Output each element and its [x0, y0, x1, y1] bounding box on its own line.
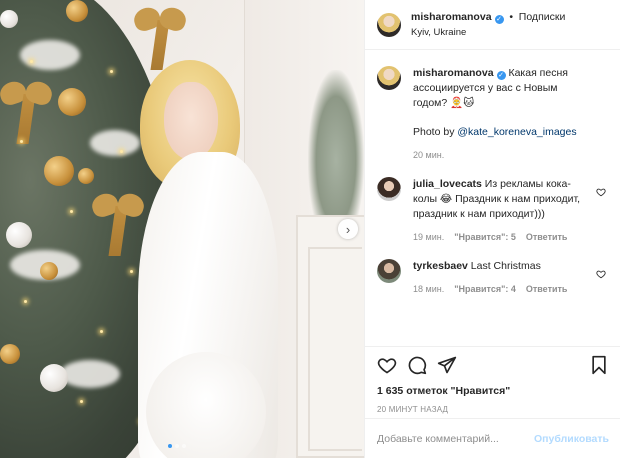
- post-actions: 1 635 отметок "Нравится" 20 МИНУТ НАЗАД: [365, 346, 620, 414]
- comment-username[interactable]: tyrkesbaev: [413, 260, 468, 272]
- likes-count[interactable]: 1 635 отметок "Нравится": [377, 385, 609, 397]
- photo-by-prefix: Photo by: [413, 126, 455, 138]
- action-bar: [377, 355, 609, 375]
- comment-time: 19 мин.: [413, 232, 445, 242]
- carousel-dot: [168, 444, 172, 448]
- comment-username[interactable]: julia_lovecats: [413, 178, 482, 190]
- comment-input[interactable]: [377, 432, 535, 445]
- caption-meta: 20 мин.: [413, 148, 593, 163]
- woman-figure: [120, 60, 320, 458]
- verified-badge-icon: ✓: [494, 15, 504, 24]
- caption: misharomanova ✓ Какая песня ассоциируется…: [377, 66, 608, 163]
- caption-username[interactable]: misharomanova: [413, 67, 494, 79]
- comment-body: tyrkesbaev Last Christmas 18 мин. "Нрави…: [413, 259, 593, 297]
- face: [164, 82, 218, 160]
- reply-button[interactable]: Ответить: [526, 230, 568, 245]
- comment-meta: 19 мин. "Нравится": 5 Ответить: [413, 230, 593, 245]
- reply-button[interactable]: Ответить: [526, 282, 568, 297]
- publish-button[interactable]: Опубликовать: [534, 433, 609, 445]
- author-avatar[interactable]: [377, 66, 401, 90]
- carousel-next-button[interactable]: ›: [338, 219, 358, 239]
- gold-bauble: [58, 88, 86, 116]
- carousel-dot: [175, 444, 179, 448]
- photographer-link[interactable]: @kate_koreneva_images: [457, 126, 576, 138]
- author-avatar[interactable]: [377, 12, 401, 37]
- comment-text: Last Christmas: [470, 260, 541, 272]
- fairy-light: [24, 300, 27, 303]
- fairy-light: [80, 400, 83, 403]
- comment-meta: 18 мин. "Нравится": 4 Ответить: [413, 282, 593, 297]
- commenter-avatar[interactable]: [377, 259, 401, 283]
- fairy-light: [20, 140, 23, 143]
- post-time-ago[interactable]: 20 МИНУТ НАЗАД: [377, 405, 609, 414]
- comment-body: julia_lovecats Из рекламы кока-колы 😂 Пр…: [413, 177, 593, 245]
- gold-bauble: [66, 0, 88, 22]
- location-link[interactable]: Kyiv, Ukraine: [411, 27, 565, 38]
- comment-time: 18 мин.: [413, 284, 445, 294]
- white-robe: [138, 152, 278, 458]
- comment-bubble-icon[interactable]: [407, 355, 427, 375]
- author-username[interactable]: misharomanova: [411, 11, 492, 23]
- header-text: misharomanova ✓ • Подписки Kyiv, Ukraine: [411, 11, 565, 38]
- add-comment-bar: Опубликовать: [365, 418, 620, 458]
- comment-likes-count[interactable]: "Нравится": 5: [454, 230, 516, 245]
- white-bauble: [40, 364, 68, 392]
- snow-patch: [60, 360, 120, 388]
- fairy-light: [100, 330, 103, 333]
- carousel-dot: [182, 444, 186, 448]
- post-side-panel: misharomanova ✓ • Подписки Kyiv, Ukraine …: [364, 0, 620, 458]
- follow-separator: •: [509, 11, 513, 23]
- gold-bauble: [40, 262, 58, 280]
- fairy-light: [70, 210, 73, 213]
- save-bookmark-icon[interactable]: [589, 355, 609, 375]
- like-comment-heart-icon[interactable]: [596, 187, 606, 197]
- carousel-dots: [168, 444, 186, 448]
- white-bauble: [6, 222, 32, 248]
- robe-fold: [146, 352, 266, 458]
- caption-body: misharomanova ✓ Какая песня ассоциируется…: [413, 66, 593, 163]
- gold-bow: [0, 74, 52, 144]
- gold-bauble: [0, 344, 20, 364]
- fairy-light: [110, 70, 113, 73]
- verified-badge-icon: ✓: [496, 71, 506, 80]
- caption-time: 20 мин.: [413, 150, 445, 160]
- like-heart-icon[interactable]: [377, 355, 397, 375]
- comment-likes-count[interactable]: "Нравится": 4: [454, 282, 516, 297]
- gold-bauble: [44, 156, 74, 186]
- gold-bauble: [78, 168, 94, 184]
- comment-item: julia_lovecats Из рекламы кока-колы 😂 Пр…: [377, 177, 608, 245]
- comments-list: misharomanova ✓ Какая песня ассоциируется…: [365, 50, 620, 351]
- post-photo[interactable]: ›: [0, 0, 364, 458]
- following-button[interactable]: Подписки: [519, 11, 566, 23]
- snow-patch: [20, 40, 80, 70]
- photo-credit: Photo by @kate_koreneva_images: [413, 125, 593, 140]
- comment-item: tyrkesbaev Last Christmas 18 мин. "Нрави…: [377, 259, 608, 297]
- fairy-light: [30, 60, 33, 63]
- like-comment-heart-icon[interactable]: [596, 269, 606, 279]
- post-header: misharomanova ✓ • Подписки Kyiv, Ukraine: [365, 0, 620, 50]
- commenter-avatar[interactable]: [377, 177, 401, 201]
- white-bauble: [0, 10, 18, 28]
- share-paper-plane-icon[interactable]: [437, 355, 457, 375]
